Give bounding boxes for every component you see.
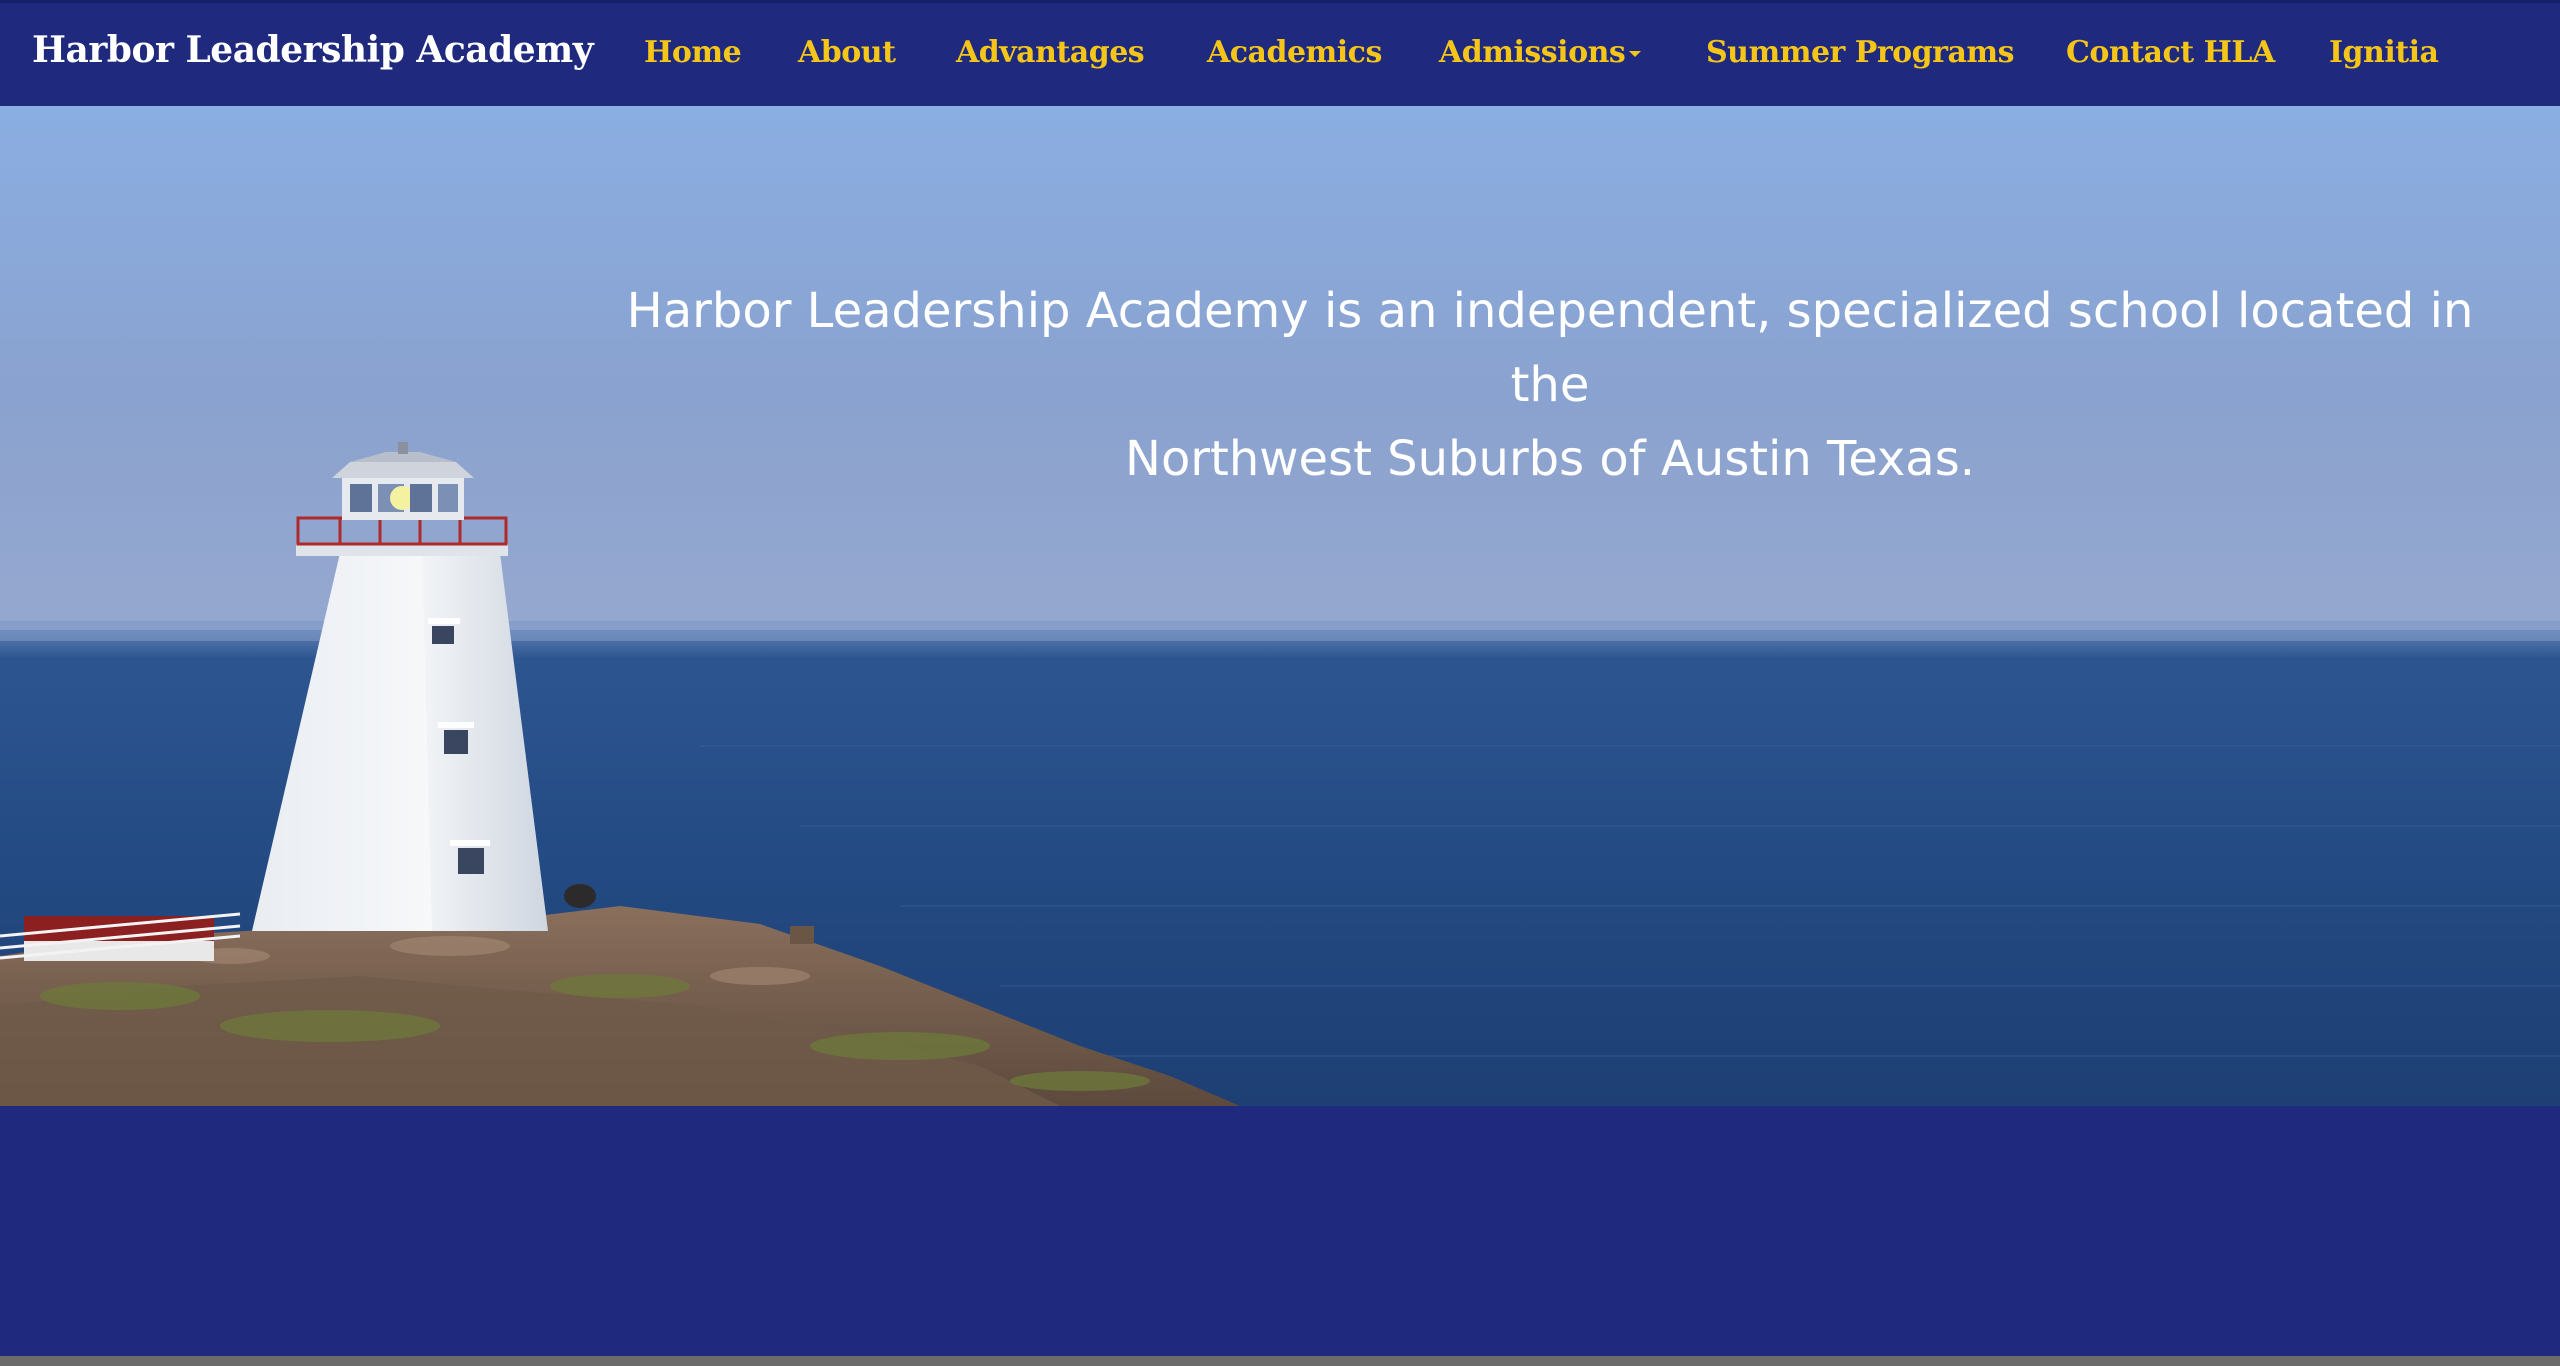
- hero-tagline: Harbor Leadership Academy is an independ…: [620, 274, 2480, 496]
- nav-ignitia[interactable]: Ignitia: [2329, 35, 2439, 70]
- nav-admissions-dropdown[interactable]: Admissions: [1439, 35, 1642, 70]
- nav-home[interactable]: Home: [644, 35, 742, 70]
- nav-advantages[interactable]: Advantages: [956, 35, 1145, 70]
- window-bottom-edge: [0, 1356, 2560, 1366]
- page: Harbor Leadership Academy Home About Adv…: [0, 0, 2560, 1366]
- brand-link[interactable]: Harbor Leadership Academy: [32, 29, 594, 71]
- hero-lighthouse-image: [0, 106, 2560, 1106]
- lower-content-band: [0, 1106, 2560, 1356]
- nav-academics[interactable]: Academics: [1207, 35, 1382, 70]
- nav-about[interactable]: About: [798, 35, 896, 70]
- caret-down-icon: [1629, 51, 1642, 57]
- nav-admissions-label: Admissions: [1439, 35, 1626, 70]
- nav-summer-programs[interactable]: Summer Programs: [1706, 35, 2015, 70]
- top-navbar: Harbor Leadership Academy Home About Adv…: [0, 0, 2560, 106]
- hero-tagline-line1: Harbor Leadership Academy is an independ…: [626, 283, 2474, 413]
- hero-tagline-line2: Northwest Suburbs of Austin Texas.: [1125, 431, 1975, 487]
- hero-banner: Harbor Leadership Academy is an independ…: [0, 106, 2560, 1106]
- nav-contact-hla[interactable]: Contact HLA: [2066, 35, 2275, 70]
